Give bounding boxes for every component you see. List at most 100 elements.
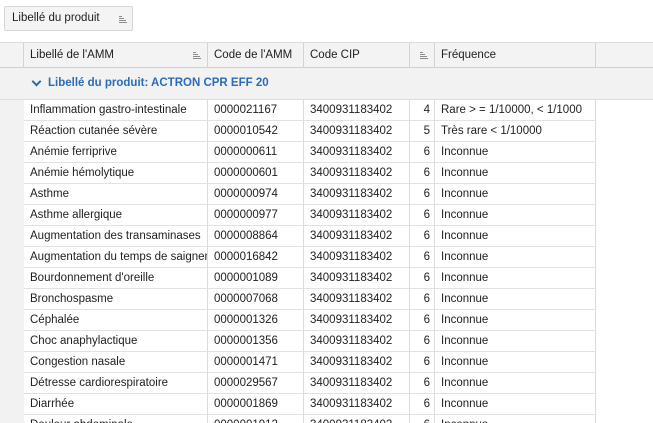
- table-row[interactable]: Bronchospasme 0000007068 3400931183402 6…: [0, 289, 653, 310]
- cell-frequence[interactable]: Inconnue: [435, 226, 596, 247]
- cell-niveau[interactable]: 6: [410, 268, 435, 289]
- cell-frequence[interactable]: Inconnue: [435, 289, 596, 310]
- cell-code[interactable]: 0000021167: [208, 100, 304, 121]
- cell-cip[interactable]: 3400931183402: [304, 247, 410, 268]
- cell-code[interactable]: 0000029567: [208, 373, 304, 394]
- cell-cip[interactable]: 3400931183402: [304, 268, 410, 289]
- cell-code[interactable]: 0000007068: [208, 289, 304, 310]
- cell-libelle[interactable]: Augmentation des transaminases: [24, 226, 208, 247]
- cell-frequence[interactable]: Très rare < 1/10000: [435, 121, 596, 142]
- table-row[interactable]: Asthme 0000000974 3400931183402 6 Inconn…: [0, 184, 653, 205]
- cell-libelle[interactable]: Bourdonnement d'oreille: [24, 268, 208, 289]
- table-row[interactable]: Inflammation gastro-intestinale 00000211…: [0, 100, 653, 121]
- cell-code[interactable]: 0000008864: [208, 226, 304, 247]
- cell-libelle[interactable]: Détresse cardiorespiratoire: [24, 373, 208, 394]
- cell-niveau[interactable]: 5: [410, 121, 435, 142]
- cell-frequence[interactable]: Inconnue: [435, 394, 596, 415]
- table-row[interactable]: Diarrhée 0000001869 3400931183402 6 Inco…: [0, 394, 653, 415]
- cell-niveau[interactable]: 6: [410, 310, 435, 331]
- cell-libelle[interactable]: Douleur abdominale: [24, 415, 208, 423]
- cell-cip[interactable]: 3400931183402: [304, 121, 410, 142]
- cell-cip[interactable]: 3400931183402: [304, 289, 410, 310]
- cell-libelle[interactable]: Bronchospasme: [24, 289, 208, 310]
- cell-niveau[interactable]: 6: [410, 184, 435, 205]
- column-header-niveau[interactable]: [410, 43, 435, 67]
- table-row[interactable]: Douleur abdominale 0000001912 3400931183…: [0, 415, 653, 423]
- cell-cip[interactable]: 3400931183402: [304, 184, 410, 205]
- table-row[interactable]: Augmentation du temps de saignement 0000…: [0, 247, 653, 268]
- cell-libelle[interactable]: Choc anaphylactique: [24, 331, 208, 352]
- cell-libelle[interactable]: Céphalée: [24, 310, 208, 331]
- cell-niveau[interactable]: 4: [410, 100, 435, 121]
- cell-niveau[interactable]: 6: [410, 352, 435, 373]
- cell-niveau[interactable]: 6: [410, 247, 435, 268]
- column-header-code[interactable]: Code de l'AMM: [208, 43, 304, 67]
- column-header-cip[interactable]: Code CIP: [304, 43, 410, 67]
- cell-niveau[interactable]: 6: [410, 226, 435, 247]
- cell-niveau[interactable]: 6: [410, 163, 435, 184]
- table-row[interactable]: Congestion nasale 0000001471 34009311834…: [0, 352, 653, 373]
- table-row[interactable]: Détresse cardiorespiratoire 0000029567 3…: [0, 373, 653, 394]
- cell-code[interactable]: 0000016842: [208, 247, 304, 268]
- cell-cip[interactable]: 3400931183402: [304, 226, 410, 247]
- cell-cip[interactable]: 3400931183402: [304, 310, 410, 331]
- cell-frequence[interactable]: Inconnue: [435, 310, 596, 331]
- table-row[interactable]: Réaction cutanée sévère 0000010542 34009…: [0, 121, 653, 142]
- cell-code[interactable]: 0000001326: [208, 310, 304, 331]
- cell-cip[interactable]: 3400931183402: [304, 352, 410, 373]
- cell-niveau[interactable]: 6: [410, 331, 435, 352]
- cell-cip[interactable]: 3400931183402: [304, 142, 410, 163]
- table-row[interactable]: Anémie hémolytique 0000000601 3400931183…: [0, 163, 653, 184]
- cell-code[interactable]: 0000000974: [208, 184, 304, 205]
- cell-code[interactable]: 0000001869: [208, 394, 304, 415]
- cell-libelle[interactable]: Diarrhée: [24, 394, 208, 415]
- table-row[interactable]: Céphalée 0000001326 3400931183402 6 Inco…: [0, 310, 653, 331]
- cell-frequence[interactable]: Rare > = 1/10000, < 1/1000: [435, 100, 596, 121]
- table-row[interactable]: Augmentation des transaminases 000000886…: [0, 226, 653, 247]
- cell-libelle[interactable]: Asthme: [24, 184, 208, 205]
- cell-code[interactable]: 0000000611: [208, 142, 304, 163]
- group-by-chip[interactable]: Libellé du produit: [4, 6, 133, 31]
- cell-niveau[interactable]: 6: [410, 415, 435, 423]
- cell-code[interactable]: 0000001089: [208, 268, 304, 289]
- cell-niveau[interactable]: 6: [410, 289, 435, 310]
- cell-libelle[interactable]: Anémie ferriprive: [24, 142, 208, 163]
- cell-cip[interactable]: 3400931183402: [304, 205, 410, 226]
- cell-frequence[interactable]: Inconnue: [435, 331, 596, 352]
- cell-frequence[interactable]: Inconnue: [435, 142, 596, 163]
- cell-frequence[interactable]: Inconnue: [435, 268, 596, 289]
- cell-frequence[interactable]: Inconnue: [435, 247, 596, 268]
- cell-frequence[interactable]: Inconnue: [435, 163, 596, 184]
- table-row[interactable]: Bourdonnement d'oreille 0000001089 34009…: [0, 268, 653, 289]
- cell-cip[interactable]: 3400931183402: [304, 163, 410, 184]
- table-row[interactable]: Anémie ferriprive 0000000611 34009311834…: [0, 142, 653, 163]
- table-row[interactable]: Choc anaphylactique 0000001356 340093118…: [0, 331, 653, 352]
- cell-cip[interactable]: 3400931183402: [304, 100, 410, 121]
- cell-code[interactable]: 0000001912: [208, 415, 304, 423]
- cell-code[interactable]: 0000000601: [208, 163, 304, 184]
- cell-frequence[interactable]: Inconnue: [435, 373, 596, 394]
- cell-cip[interactable]: 3400931183402: [304, 373, 410, 394]
- cell-cip[interactable]: 3400931183402: [304, 415, 410, 423]
- cell-niveau[interactable]: 6: [410, 142, 435, 163]
- cell-frequence[interactable]: Inconnue: [435, 415, 596, 423]
- chevron-down-icon[interactable]: [31, 76, 42, 87]
- cell-code[interactable]: 0000010542: [208, 121, 304, 142]
- column-header-libelle[interactable]: Libellé de l'AMM: [24, 43, 208, 67]
- group-row[interactable]: Libellé du produit: ACTRON CPR EFF 20: [0, 68, 653, 100]
- cell-frequence[interactable]: Inconnue: [435, 205, 596, 226]
- cell-libelle[interactable]: Augmentation du temps de saignement: [24, 247, 208, 268]
- cell-cip[interactable]: 3400931183402: [304, 394, 410, 415]
- cell-cip[interactable]: 3400931183402: [304, 331, 410, 352]
- cell-frequence[interactable]: Inconnue: [435, 352, 596, 373]
- cell-niveau[interactable]: 6: [410, 205, 435, 226]
- cell-code[interactable]: 0000001356: [208, 331, 304, 352]
- cell-frequence[interactable]: Inconnue: [435, 184, 596, 205]
- cell-niveau[interactable]: 6: [410, 394, 435, 415]
- cell-libelle[interactable]: Congestion nasale: [24, 352, 208, 373]
- column-header-frequence[interactable]: Fréquence: [435, 43, 596, 67]
- cell-libelle[interactable]: Réaction cutanée sévère: [24, 121, 208, 142]
- cell-code[interactable]: 0000000977: [208, 205, 304, 226]
- cell-code[interactable]: 0000001471: [208, 352, 304, 373]
- cell-niveau[interactable]: 6: [410, 373, 435, 394]
